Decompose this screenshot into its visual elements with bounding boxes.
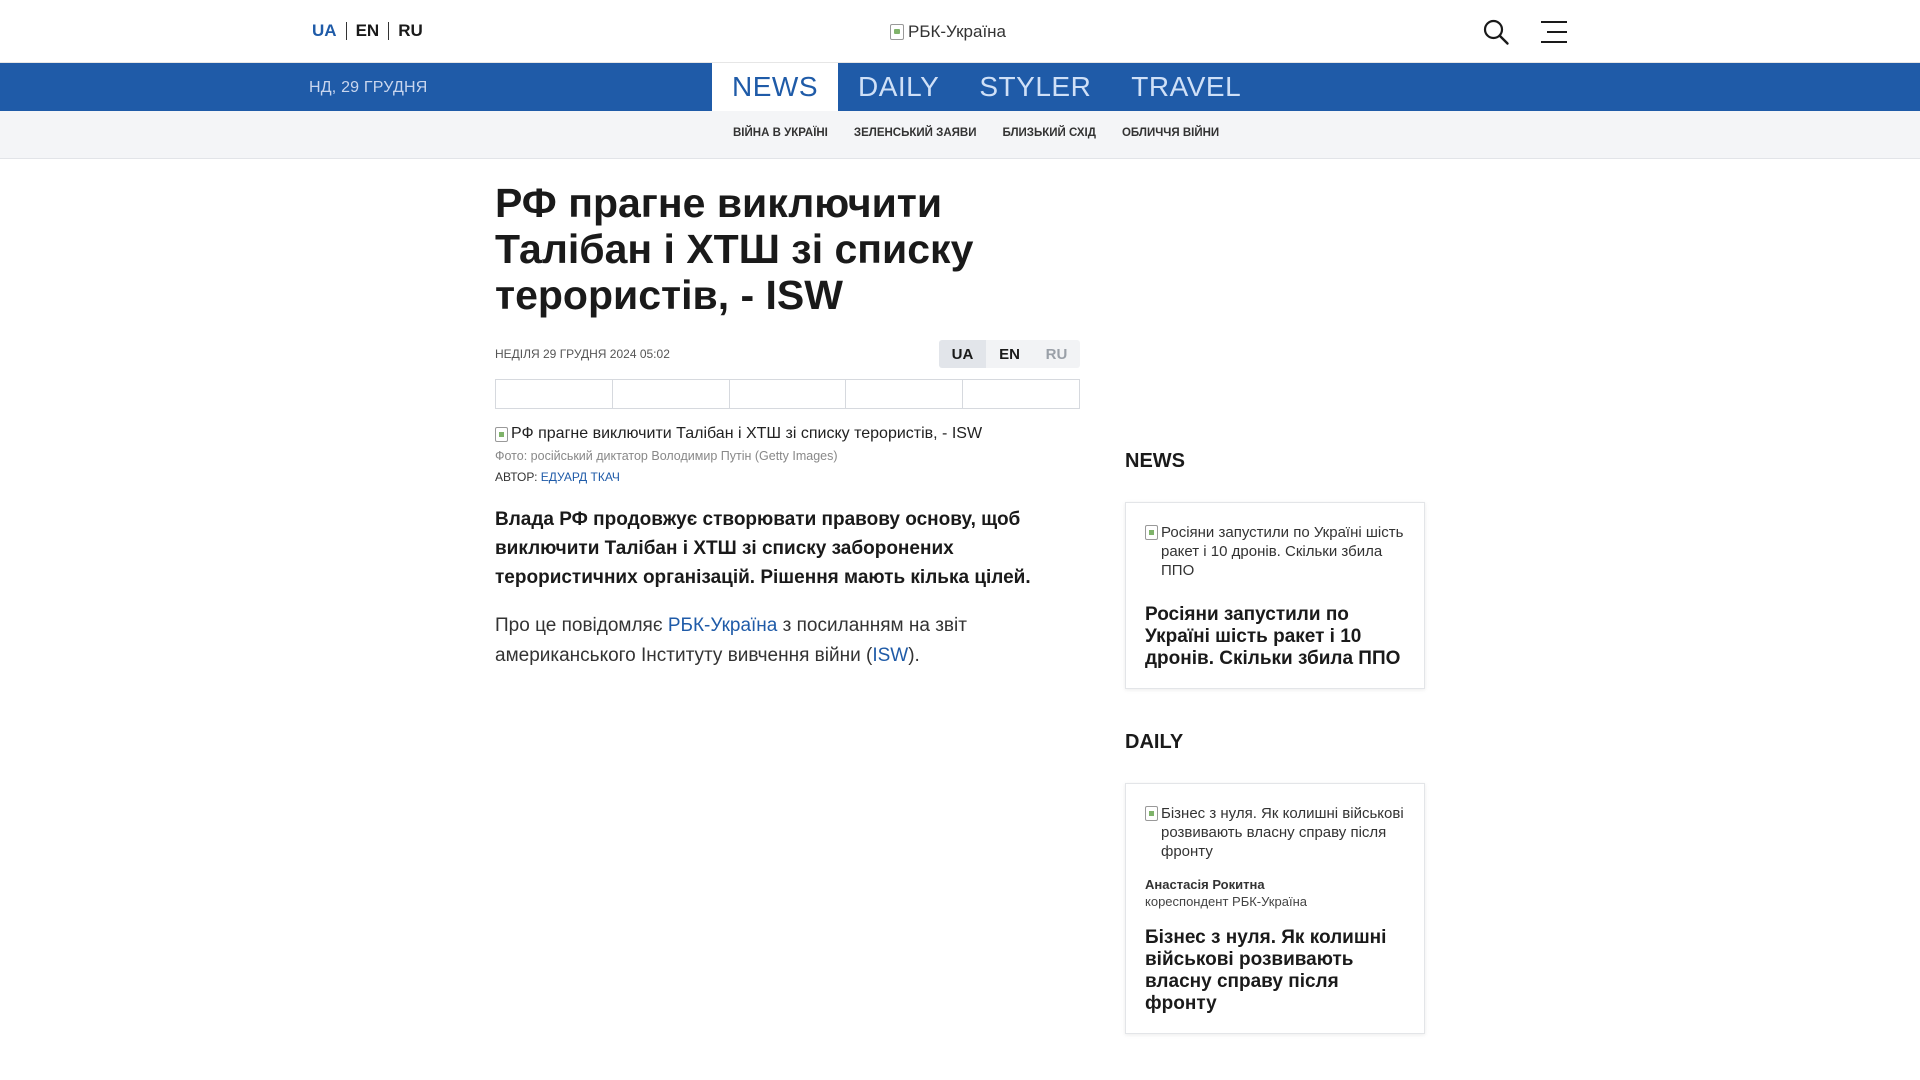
share-button-2[interactable] bbox=[613, 380, 730, 408]
current-date: НД, 29 ГРУДНЯ bbox=[309, 79, 428, 96]
sub-nav: ВІЙНА В УКРАЇНІ ЗЕЛЕНСЬКИЙ ЗАЯВИ БЛИЗЬКИ… bbox=[0, 111, 1920, 159]
sidebar-heading-news: NEWS bbox=[1125, 450, 1185, 472]
author-label: АВТОР: bbox=[495, 470, 538, 484]
share-button-5[interactable] bbox=[963, 380, 1079, 408]
source-link-isw[interactable]: ISW bbox=[872, 645, 908, 666]
article-body-paragraph: Про це повідомляє РБК-Україна з посиланн… bbox=[495, 611, 1080, 671]
site-logo[interactable]: РБК-Україна bbox=[890, 22, 1006, 42]
lang-ru[interactable]: RU bbox=[389, 22, 432, 40]
top-header: UA EN RU РБК-Україна bbox=[0, 0, 1920, 63]
source-link-rbc[interactable]: РБК-Україна bbox=[668, 615, 778, 636]
tab-daily[interactable]: DAILY bbox=[838, 63, 959, 111]
broken-image-icon bbox=[495, 426, 508, 442]
body-text-3: ). bbox=[908, 645, 920, 666]
share-button-4[interactable] bbox=[846, 380, 964, 408]
article-author: АВТОР: ЕДУАРД ТКАЧ bbox=[495, 470, 1080, 484]
section-nav: НД, 29 ГРУДНЯ NEWS DAILY STYLER TRAVEL bbox=[0, 63, 1920, 111]
article: РФ прагне виключити Талібан і ХТШ зі спи… bbox=[495, 180, 1080, 671]
menu-icon[interactable] bbox=[1540, 20, 1568, 44]
news-card-image-alt: Росіяни запустили по Україні шість ракет… bbox=[1161, 524, 1404, 579]
section-tabs: NEWS DAILY STYLER TRAVEL bbox=[712, 63, 1261, 111]
sidebar-heading-daily: DAILY bbox=[1125, 731, 1184, 753]
daily-card[interactable]: Бізнес з нуля. Як колишні військові розв… bbox=[1125, 783, 1425, 1034]
sub-nav-items: ВІЙНА В УКРАЇНІ ЗЕЛЕНСЬКИЙ ЗАЯВИ БЛИЗЬКИ… bbox=[733, 127, 1219, 139]
publish-date: НЕДІЛЯ 29 ГРУДНЯ 2024 05:02 bbox=[495, 347, 670, 361]
broken-image-icon bbox=[1145, 806, 1158, 821]
share-button-1[interactable] bbox=[496, 380, 613, 408]
tab-styler[interactable]: STYLER bbox=[959, 63, 1111, 111]
photo-caption: Фото: російський диктатор Володимир Путі… bbox=[495, 449, 838, 463]
article-meta: НЕДІЛЯ 29 ГРУДНЯ 2024 05:02 UA EN RU bbox=[495, 340, 1080, 368]
subnav-item-zelensky[interactable]: ЗЕЛЕНСЬКИЙ ЗАЯВИ bbox=[854, 127, 977, 139]
broken-image-icon bbox=[1145, 525, 1158, 540]
share-buttons bbox=[495, 379, 1080, 409]
author-link[interactable]: ЕДУАРД ТКАЧ bbox=[541, 470, 620, 484]
body-text-1: Про це повідомляє bbox=[495, 615, 668, 636]
language-switcher: UA EN RU bbox=[312, 22, 432, 40]
news-card-title[interactable]: Росіяни запустили по Україні шість ракет… bbox=[1145, 604, 1405, 670]
share-button-3[interactable] bbox=[730, 380, 847, 408]
article-photo-alt: РФ прагне виключити Талібан і ХТШ зі спи… bbox=[511, 425, 983, 442]
subnav-item-faces-of-war[interactable]: ОБЛИЧЧЯ ВІЙНИ bbox=[1122, 127, 1219, 139]
logo-alt-text: РБК-Україна bbox=[908, 22, 1007, 41]
subnav-item-war[interactable]: ВІЙНА В УКРАЇНІ bbox=[733, 127, 828, 139]
article-lang-ua[interactable]: UA bbox=[939, 340, 986, 368]
article-title: РФ прагне виключити Талібан і ХТШ зі спи… bbox=[495, 180, 974, 318]
tab-travel[interactable]: TRAVEL bbox=[1111, 63, 1261, 111]
article-language-switcher: UA EN RU bbox=[939, 340, 1080, 368]
search-icon[interactable] bbox=[1482, 18, 1510, 46]
article-lang-en[interactable]: EN bbox=[986, 340, 1033, 368]
daily-card-image-alt: Бізнес з нуля. Як колишні військові розв… bbox=[1161, 805, 1404, 860]
daily-card-author-name: Анастасія Рокитна bbox=[1145, 877, 1265, 892]
daily-card-author-role: кореспондент РБК-Україна bbox=[1145, 894, 1307, 909]
news-card[interactable]: Росіяни запустили по Україні шість ракет… bbox=[1125, 502, 1425, 689]
subnav-item-middle-east[interactable]: БЛИЗЬКИЙ СХІД bbox=[1002, 127, 1095, 139]
article-photo: РФ прагне виключити Талібан і ХТШ зі спи… bbox=[495, 425, 1080, 443]
article-lang-ru[interactable]: RU bbox=[1033, 340, 1080, 368]
lang-ua[interactable]: UA bbox=[312, 22, 347, 40]
broken-image-icon bbox=[890, 24, 904, 40]
daily-card-title[interactable]: Бізнес з нуля. Як колишні військові розв… bbox=[1145, 927, 1405, 1015]
sidebar: NEWS Росіяни запустили по Україні шість … bbox=[1125, 450, 1425, 1034]
article-lead: Влада РФ продовжує створювати правову ос… bbox=[495, 509, 1031, 588]
daily-card-image: Бізнес з нуля. Як колишні військові розв… bbox=[1145, 804, 1405, 861]
news-card-image: Росіяни запустили по Україні шість ракет… bbox=[1145, 523, 1405, 580]
tab-news[interactable]: NEWS bbox=[712, 63, 838, 111]
lang-en[interactable]: EN bbox=[347, 22, 390, 40]
